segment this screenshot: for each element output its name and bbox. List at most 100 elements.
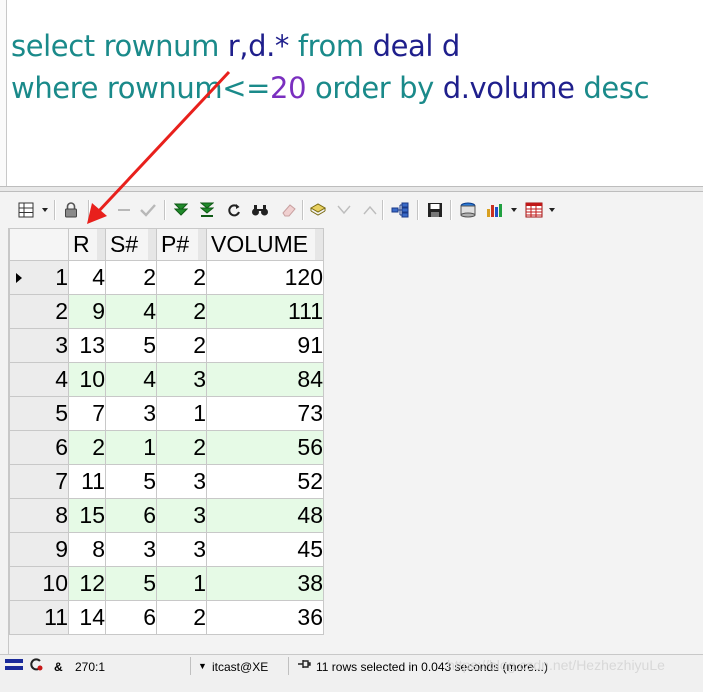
cell-p[interactable]: 1 [156,566,207,601]
table-row[interactable]: 7 11 5 3 52 [9,464,324,499]
cell-s[interactable]: 5 [105,464,157,499]
cell-r[interactable]: 15 [68,498,106,533]
export-icon[interactable] [459,201,477,219]
table-row[interactable]: 9 8 3 3 45 [9,532,324,567]
column-header-s[interactable]: S# [105,228,157,261]
execute-icon[interactable] [28,657,44,677]
chevron-down-icon[interactable] [549,208,555,212]
fetch-next-icon[interactable] [172,201,190,219]
save-icon[interactable] [426,201,444,219]
cell-volume[interactable]: 56 [206,430,324,465]
cell-volume[interactable]: 45 [206,532,324,567]
cell-r[interactable]: 2 [68,430,106,465]
cell-s[interactable]: 1 [105,430,157,465]
cell-p[interactable]: 2 [156,600,207,635]
cell-volume[interactable]: 73 [206,396,324,431]
insert-record-icon[interactable] [97,201,115,219]
table-row[interactable]: 11 14 6 2 36 [9,600,324,635]
cell-p[interactable]: 2 [156,430,207,465]
cell-volume[interactable]: 84 [206,362,324,397]
cell-p[interactable]: 2 [156,294,207,329]
cell-s[interactable]: 5 [105,566,157,601]
clear-icon[interactable] [280,201,298,219]
sql-keyword: from [289,29,373,63]
row-number[interactable]: 7 [9,464,69,499]
table-row[interactable]: 2 9 4 2 111 [9,294,324,329]
cell-r[interactable]: 8 [68,532,106,567]
connection-dropdown-icon[interactable]: ▼ [198,658,207,674]
table-row[interactable]: 4 10 4 3 84 [9,362,324,397]
query-by-example-icon[interactable] [309,201,327,219]
cell-volume[interactable]: 52 [206,464,324,499]
cell-s[interactable]: 3 [105,532,157,567]
cell-p[interactable]: 3 [156,464,207,499]
post-record-icon[interactable] [139,201,157,219]
cell-r[interactable]: 12 [68,566,106,601]
column-header-r[interactable]: R [68,228,106,261]
cell-s[interactable]: 5 [105,328,157,363]
chevron-down-icon[interactable] [42,208,48,212]
cell-volume[interactable]: 91 [206,328,324,363]
row-number[interactable]: 1 [9,260,69,295]
cell-p[interactable]: 1 [156,396,207,431]
filter-up-icon[interactable] [361,201,379,219]
cell-volume[interactable]: 111 [206,294,324,329]
filter-down-icon[interactable] [335,201,353,219]
cell-r[interactable]: 13 [68,328,106,363]
cell-s[interactable]: 2 [105,260,157,295]
row-number[interactable]: 10 [9,566,69,601]
cell-s[interactable]: 4 [105,362,157,397]
table-row[interactable]: 5 7 3 1 73 [9,396,324,431]
cell-p[interactable]: 2 [156,260,207,295]
row-number[interactable]: 5 [9,396,69,431]
lock-icon[interactable] [62,201,80,219]
row-number[interactable]: 9 [9,532,69,567]
cell-r[interactable]: 9 [68,294,106,329]
column-header-volume[interactable]: VOLUME [206,228,324,261]
table-row[interactable]: 8 15 6 3 48 [9,498,324,533]
cell-s[interactable]: 4 [105,294,157,329]
row-number[interactable]: 3 [9,328,69,363]
cell-s[interactable]: 3 [105,396,157,431]
row-number[interactable]: 2 [9,294,69,329]
link-icon[interactable] [391,201,409,219]
table-row[interactable]: 6 2 1 2 56 [9,430,324,465]
table-row[interactable]: 1 4 2 2 120 [9,260,324,295]
cell-p[interactable]: 2 [156,328,207,363]
grid-options-icon[interactable] [17,201,35,219]
cell-r[interactable]: 11 [68,464,106,499]
sql-editor[interactable]: select rownum r,d.* from deal d where ro… [0,0,703,186]
grid-left-margin [0,228,9,654]
cell-r[interactable]: 4 [68,260,106,295]
refresh-icon[interactable] [225,201,243,219]
pin-icon [297,658,311,674]
cell-p[interactable]: 3 [156,532,207,567]
cell-volume[interactable]: 36 [206,600,324,635]
table-icon[interactable] [525,201,543,219]
cell-volume[interactable]: 48 [206,498,324,533]
cell-volume[interactable]: 120 [206,260,324,295]
cell-r[interactable]: 14 [68,600,106,635]
row-number[interactable]: 4 [9,362,69,397]
grid-corner[interactable] [9,228,69,261]
delete-record-icon[interactable] [115,201,133,219]
row-number[interactable]: 11 [9,600,69,635]
cell-r[interactable]: 10 [68,362,106,397]
column-header-p[interactable]: P# [156,228,207,261]
chevron-down-icon[interactable] [511,208,517,212]
cell-s[interactable]: 6 [105,600,157,635]
cell-volume[interactable]: 38 [206,566,324,601]
editor-mode-icon [4,657,24,677]
fetch-last-icon[interactable] [198,201,216,219]
row-number[interactable]: 6 [9,430,69,465]
cell-r[interactable]: 7 [68,396,106,431]
row-number[interactable]: 8 [9,498,69,533]
chart-icon[interactable] [486,201,504,219]
table-row[interactable]: 3 13 5 2 91 [9,328,324,363]
find-icon[interactable] [251,201,269,219]
table-row[interactable]: 10 12 5 1 38 [9,566,324,601]
cell-p[interactable]: 3 [156,362,207,397]
cell-p[interactable]: 3 [156,498,207,533]
cell-s[interactable]: 6 [105,498,157,533]
connection-name[interactable]: itcast@XE [212,659,268,675]
